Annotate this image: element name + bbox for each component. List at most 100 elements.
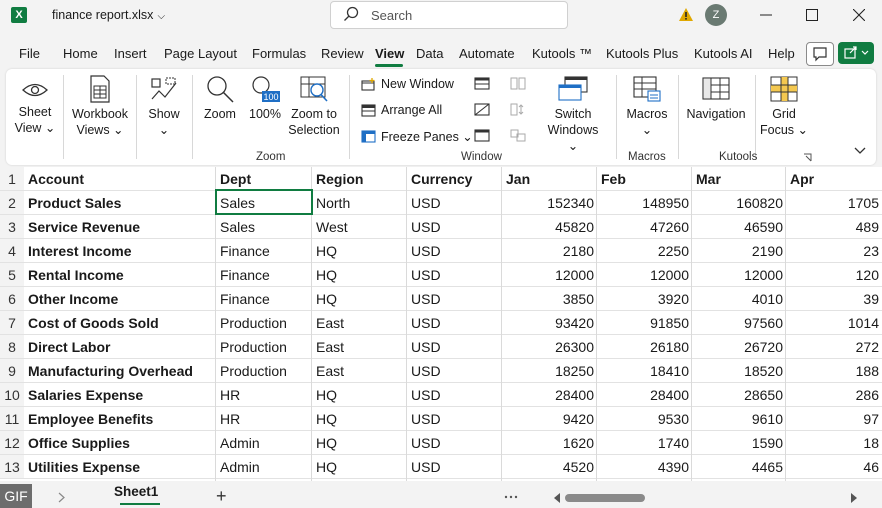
- cell[interactable]: HR: [220, 407, 312, 431]
- menu-review[interactable]: Review: [321, 46, 364, 61]
- cell[interactable]: Rental Income: [28, 263, 216, 287]
- cell[interactable]: 9530: [597, 407, 692, 431]
- row-number[interactable]: 2: [0, 191, 24, 215]
- menu-home[interactable]: Home: [63, 46, 98, 61]
- row-number[interactable]: 9: [0, 359, 24, 383]
- cell[interactable]: Finance: [220, 287, 312, 311]
- grid-focus-button[interactable]: Grid Focus ⌄: [760, 75, 808, 138]
- new-window-button[interactable]: New Window: [361, 77, 454, 91]
- cell[interactable]: 1590: [692, 431, 786, 455]
- add-sheet-button[interactable]: +: [216, 486, 227, 507]
- column-header-cell[interactable]: Region: [316, 167, 407, 191]
- cell[interactable]: USD: [411, 311, 502, 335]
- cell[interactable]: 148950: [597, 191, 692, 215]
- menu-kutools-plus[interactable]: Kutools Plus: [606, 46, 678, 61]
- cell[interactable]: Admin: [220, 455, 312, 479]
- cell[interactable]: 3850: [502, 287, 597, 311]
- cell[interactable]: Finance: [220, 263, 312, 287]
- cell[interactable]: 18410: [597, 359, 692, 383]
- column-header-cell[interactable]: Apr: [790, 167, 882, 191]
- cell[interactable]: Service Revenue: [28, 215, 216, 239]
- cell[interactable]: Manufacturing Overhead: [28, 359, 216, 383]
- cell[interactable]: 286: [786, 383, 882, 407]
- row-number[interactable]: 12: [0, 431, 24, 455]
- macros-button[interactable]: Macros ⌄: [622, 75, 672, 138]
- menu-automate[interactable]: Automate: [459, 46, 515, 61]
- zoom-100-button[interactable]: 100 100%: [246, 75, 284, 122]
- menu-help[interactable]: Help: [768, 46, 795, 61]
- cell[interactable]: Admin: [220, 431, 312, 455]
- cell[interactable]: East: [316, 311, 407, 335]
- cell[interactable]: Employee Benefits: [28, 407, 216, 431]
- cell[interactable]: USD: [411, 263, 502, 287]
- cell[interactable]: HQ: [316, 263, 407, 287]
- menu-file[interactable]: File: [19, 46, 40, 61]
- minimize-button[interactable]: [743, 0, 789, 30]
- cell[interactable]: 120: [786, 263, 882, 287]
- cell[interactable]: HQ: [316, 455, 407, 479]
- unhide-window-icon[interactable]: [474, 129, 490, 142]
- cell[interactable]: Salaries Expense: [28, 383, 216, 407]
- user-avatar[interactable]: Z: [705, 4, 727, 26]
- row-number[interactable]: 5: [0, 263, 24, 287]
- file-name-menu[interactable]: finance report.xlsx ⌵: [52, 8, 165, 22]
- cell[interactable]: 188: [786, 359, 882, 383]
- cell[interactable]: 1705: [786, 191, 882, 215]
- cell[interactable]: USD: [411, 431, 502, 455]
- cell[interactable]: 1620: [502, 431, 597, 455]
- zoom-button[interactable]: Zoom: [200, 75, 240, 122]
- horizontal-scrollbar-thumb[interactable]: [565, 494, 645, 502]
- cell[interactable]: 28400: [597, 383, 692, 407]
- menu-kutools-ai[interactable]: Kutools AI: [694, 46, 753, 61]
- row-number[interactable]: 13: [0, 455, 24, 479]
- cell[interactable]: HQ: [316, 431, 407, 455]
- more-options-icon[interactable]: [503, 491, 519, 503]
- view-side-by-side-icon[interactable]: [510, 77, 526, 90]
- search-box[interactable]: Search: [330, 1, 568, 29]
- cell[interactable]: USD: [411, 407, 502, 431]
- cell[interactable]: Production: [220, 359, 312, 383]
- close-button[interactable]: [836, 0, 882, 30]
- cell[interactable]: 4520: [502, 455, 597, 479]
- cell[interactable]: 4465: [692, 455, 786, 479]
- column-header-cell[interactable]: Jan: [506, 167, 597, 191]
- warning-icon[interactable]: [678, 7, 694, 22]
- workbook-views-button[interactable]: Workbook Views ⌄: [68, 75, 132, 138]
- row-number[interactable]: 3: [0, 215, 24, 239]
- cell[interactable]: Interest Income: [28, 239, 216, 263]
- column-header-cell[interactable]: Account: [28, 167, 216, 191]
- menu-data[interactable]: Data: [416, 46, 443, 61]
- split-icon[interactable]: [474, 77, 490, 90]
- cell[interactable]: Finance: [220, 239, 312, 263]
- switch-windows-button[interactable]: Switch Windows ⌄: [542, 75, 604, 154]
- row-number[interactable]: 6: [0, 287, 24, 311]
- cell[interactable]: 26720: [692, 335, 786, 359]
- scroll-right-icon[interactable]: [850, 493, 858, 503]
- cell[interactable]: Sales: [220, 215, 312, 239]
- cell[interactable]: 45820: [502, 215, 597, 239]
- cell[interactable]: USD: [411, 383, 502, 407]
- cell[interactable]: 91850: [597, 311, 692, 335]
- menu-view[interactable]: View: [375, 46, 404, 61]
- cell[interactable]: 12000: [692, 263, 786, 287]
- column-header-cell[interactable]: Dept: [220, 167, 312, 191]
- row-number[interactable]: 8: [0, 335, 24, 359]
- cell[interactable]: USD: [411, 239, 502, 263]
- cell[interactable]: 18: [786, 431, 882, 455]
- cell[interactable]: Cost of Goods Sold: [28, 311, 216, 335]
- cell[interactable]: Product Sales: [28, 191, 216, 215]
- cell[interactable]: USD: [411, 191, 502, 215]
- cell[interactable]: 46590: [692, 215, 786, 239]
- cell[interactable]: 39: [786, 287, 882, 311]
- cell[interactable]: Office Supplies: [28, 431, 216, 455]
- cell[interactable]: 272: [786, 335, 882, 359]
- arrange-all-button[interactable]: Arrange All: [361, 103, 442, 117]
- cell[interactable]: 9420: [502, 407, 597, 431]
- cell[interactable]: Direct Labor: [28, 335, 216, 359]
- row-number[interactable]: 11: [0, 407, 24, 431]
- row-number[interactable]: 4: [0, 239, 24, 263]
- cell[interactable]: Production: [220, 335, 312, 359]
- row-number[interactable]: 10: [0, 383, 24, 407]
- cell[interactable]: USD: [411, 287, 502, 311]
- cell[interactable]: 2180: [502, 239, 597, 263]
